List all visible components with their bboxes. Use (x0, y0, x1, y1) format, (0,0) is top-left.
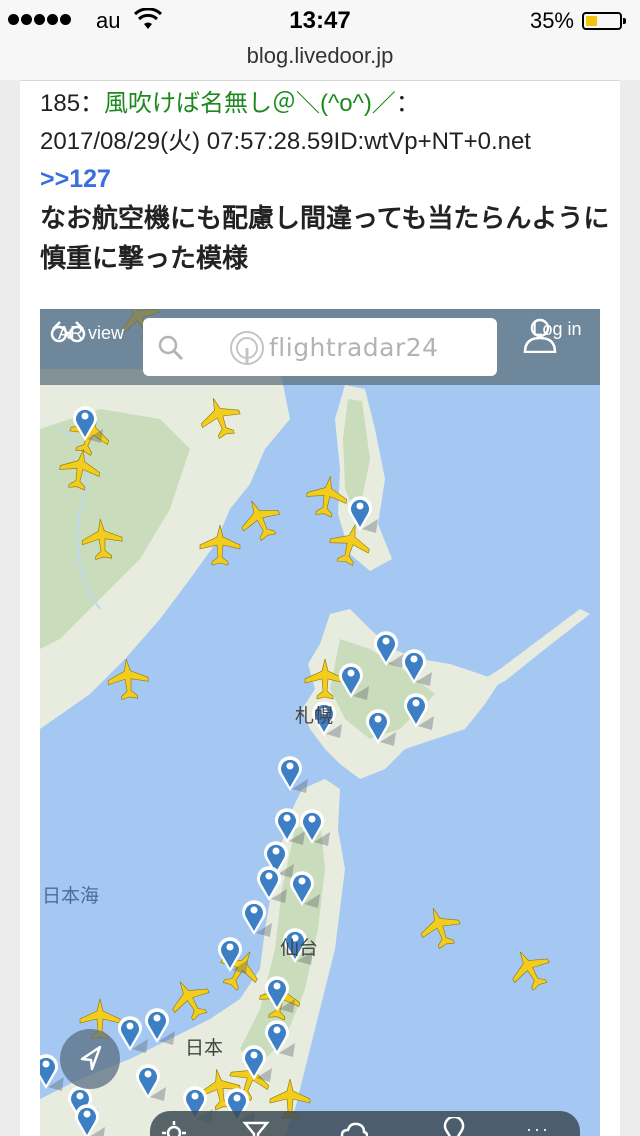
filter-icon[interactable] (242, 1119, 270, 1136)
login-button[interactable]: Log in (522, 317, 592, 353)
flightradar-screenshot: AR view flightradar24 Log in 札幌 日本海 日本 仙… (40, 309, 600, 1136)
battery-icon (582, 12, 626, 30)
post-separator: ： (80, 90, 105, 117)
airport-pin-icon[interactable] (218, 937, 248, 974)
post-datetime-id: 2017/08/29(火) 07:57:28.59ID:wtVp+NT+0.ne… (40, 128, 531, 155)
post-body: なお航空機にも配慮し間違っても当たらんように慎重に撃った模様 (40, 203, 610, 273)
flightradar-logo-text: flightradar24 (269, 333, 439, 362)
plane-icon[interactable] (163, 972, 218, 1027)
plane-icon[interactable] (233, 492, 286, 545)
pin-icon[interactable] (440, 1117, 468, 1136)
browser-address-bar[interactable]: blog.livedoor.jp (0, 42, 640, 81)
post-number: 185 (40, 90, 81, 117)
flightradar-top-bar: AR view flightradar24 Log in (40, 309, 600, 385)
settings-icon[interactable] (160, 1119, 188, 1136)
more-menu-button[interactable]: ··· (526, 1119, 550, 1136)
page-gutter-right (620, 80, 640, 1136)
radar-logo-icon (230, 331, 264, 365)
battery-percent: 35% (529, 8, 574, 33)
plane-icon[interactable] (503, 942, 558, 997)
ar-view-button[interactable]: AR view (48, 319, 134, 344)
map-label-sea-of-japan: 日本海 (42, 885, 100, 907)
airport-pin-icon[interactable] (145, 1008, 175, 1045)
search-icon (158, 335, 184, 361)
location-arrow-icon (80, 1045, 102, 1071)
weather-icon[interactable] (340, 1119, 368, 1136)
user-icon (523, 318, 557, 353)
airport-pin-icon[interactable] (278, 756, 308, 793)
post-header: 185：風吹けば名無し＠＼(^o^)／： (40, 84, 610, 124)
post-author: 風吹けば名無し＠＼(^o^)／ (104, 90, 396, 117)
airport-pin-icon[interactable] (118, 1016, 148, 1053)
map-label-japan: 日本 (185, 1037, 224, 1059)
url-text[interactable]: blog.livedoor.jp (0, 42, 640, 70)
flight-search-box[interactable]: flightradar24 (143, 318, 497, 376)
battery-level-fill (586, 16, 597, 26)
post-trailing-colon: ： (395, 90, 420, 117)
flightradar-bottom-toolbar: ··· (150, 1111, 580, 1136)
map-label-sendai: 仙台 (280, 937, 319, 959)
page-gutter-left (0, 80, 20, 1136)
reply-anchor-link[interactable]: >>127 (40, 160, 610, 198)
map-label-sapporo: 札幌 (295, 705, 334, 727)
status-bar: au 13:47 35% (0, 0, 640, 42)
binoculars-icon (50, 321, 86, 343)
forum-post: 185：風吹けば名無し＠＼(^o^)／： 2017/08/29(火) 07:57… (40, 84, 610, 278)
my-location-button[interactable] (60, 1029, 120, 1089)
plane-icon[interactable] (414, 901, 465, 952)
